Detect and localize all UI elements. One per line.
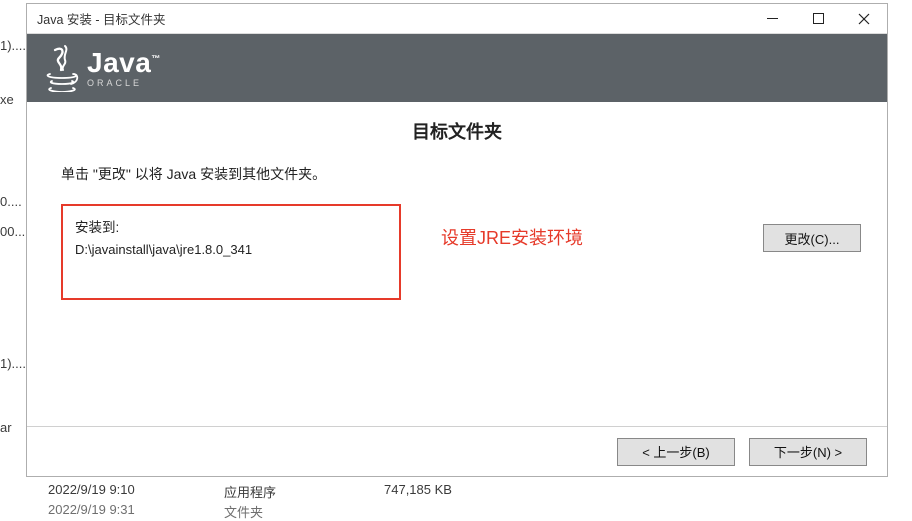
change-button[interactable]: 更改(C)... bbox=[763, 224, 861, 252]
installer-window: Java 安装 - 目标文件夹 bbox=[26, 3, 888, 477]
bg-size: 747,185 KB bbox=[384, 482, 452, 501]
java-cup-icon bbox=[45, 44, 79, 92]
java-wordmark: Java™ bbox=[87, 49, 161, 77]
bg-file-row: 2022/9/19 9:10 应用程序 747,185 KB bbox=[48, 482, 452, 501]
bg-text: 00... bbox=[0, 224, 25, 239]
close-button[interactable] bbox=[841, 4, 887, 33]
window-title: Java 安装 - 目标文件夹 bbox=[37, 9, 749, 28]
bg-text: 1).... bbox=[0, 38, 26, 53]
next-button[interactable]: 下一步(N) > bbox=[749, 438, 867, 466]
content-area: 目标文件夹 单击 "更改" 以将 Java 安装到其他文件夹。 安装到: D:\… bbox=[27, 102, 887, 426]
footer-bar: < 上一步(B) 下一步(N) > bbox=[27, 426, 887, 476]
back-button[interactable]: < 上一步(B) bbox=[617, 438, 735, 466]
close-icon bbox=[858, 13, 870, 25]
instruction-text: 单击 "更改" 以将 Java 安装到其他文件夹。 bbox=[61, 164, 867, 184]
bg-type: 应用程序 bbox=[224, 482, 384, 501]
bg-text: ar bbox=[0, 420, 12, 435]
caption-buttons bbox=[749, 4, 887, 33]
install-path-box: 安装到: D:\javainstall\java\jre1.8.0_341 bbox=[61, 204, 401, 300]
minimize-button[interactable] bbox=[749, 4, 795, 33]
bg-file-row: 2022/9/19 9:31 文件夹 bbox=[48, 502, 263, 521]
bg-text: 0.... bbox=[0, 194, 22, 209]
annotation-overlay: 设置JRE安装环境 bbox=[441, 224, 743, 250]
titlebar: Java 安装 - 目标文件夹 bbox=[27, 4, 887, 34]
bg-text: xe bbox=[0, 92, 14, 107]
install-to-label: 安装到: bbox=[75, 216, 387, 236]
header-banner: Java™ ORACLE bbox=[27, 34, 887, 102]
java-logo: Java™ ORACLE bbox=[45, 44, 161, 92]
install-path-value: D:\javainstall\java\jre1.8.0_341 bbox=[75, 242, 387, 257]
minimize-icon bbox=[767, 13, 778, 24]
section-title: 目标文件夹 bbox=[47, 118, 867, 144]
oracle-wordmark: ORACLE bbox=[87, 79, 161, 88]
maximize-button[interactable] bbox=[795, 4, 841, 33]
bg-text: 1).... bbox=[0, 356, 26, 371]
bg-date: 2022/9/19 9:10 bbox=[48, 482, 224, 501]
maximize-icon bbox=[813, 13, 824, 24]
bg-date: 2022/9/19 9:31 bbox=[48, 502, 224, 521]
install-path-row: 安装到: D:\javainstall\java\jre1.8.0_341 设置… bbox=[61, 204, 867, 300]
bg-type: 文件夹 bbox=[224, 502, 263, 521]
